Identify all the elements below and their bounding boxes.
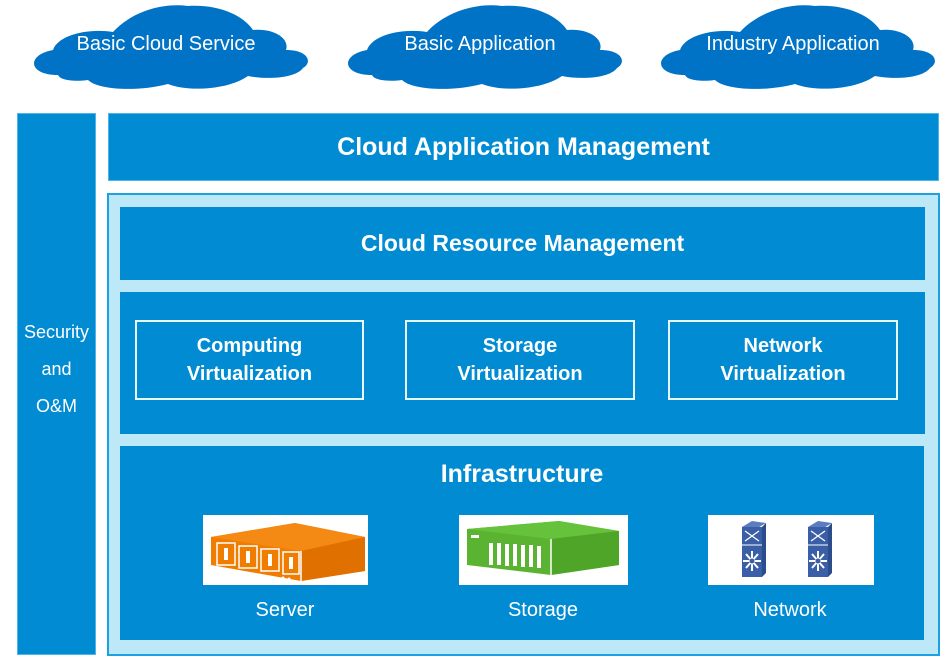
network-switch-icon (742, 521, 832, 577)
layer-title: Cloud Resource Management (360, 230, 685, 256)
cloud-basic-cloud-service: Basic Cloud Service (18, 0, 314, 90)
server-label: Server (255, 599, 315, 621)
side-label-line: O&M (35, 396, 77, 416)
storage-array-icon (467, 521, 619, 575)
virt-label-line: Virtualization (186, 363, 313, 385)
security-om-label: Security and O&M (18, 314, 95, 425)
cloud-application-management-layer: Cloud Application Management (108, 113, 939, 181)
layer-title: Cloud Application Management (337, 132, 710, 161)
server-icon (211, 523, 365, 581)
cloud-industry-application: Industry Application (645, 0, 940, 90)
network-virtualization-box: Network Virtualization (668, 320, 898, 400)
server-image (203, 515, 368, 585)
security-om-panel: Security and O&M (17, 113, 96, 655)
computing-virtualization-box: Computing Virtualization (135, 320, 364, 400)
storage-label: Storage (507, 599, 579, 621)
side-label-line: and (41, 359, 72, 379)
virt-label-line: Virtualization (720, 363, 846, 385)
cloud-resource-management-layer: Cloud Resource Management (120, 207, 925, 280)
virt-label-line: Storage (482, 335, 558, 357)
layer-title: Infrastructure (440, 460, 604, 488)
virt-label-line: Virtualization (457, 363, 583, 385)
cloud-basic-application: Basic Application (332, 0, 628, 90)
cloud-label: Industry Application (706, 33, 880, 55)
cloud-label: Basic Cloud Service (76, 33, 256, 55)
storage-virtualization-box: Storage Virtualization (405, 320, 635, 400)
cloud-label: Basic Application (404, 33, 556, 55)
side-label-line: Security (23, 322, 90, 342)
network-label: Network (753, 599, 827, 621)
storage-image (459, 515, 628, 585)
virt-label-line: Network (743, 335, 823, 357)
virt-label-line: Computing (196, 335, 303, 357)
network-image (708, 515, 874, 585)
